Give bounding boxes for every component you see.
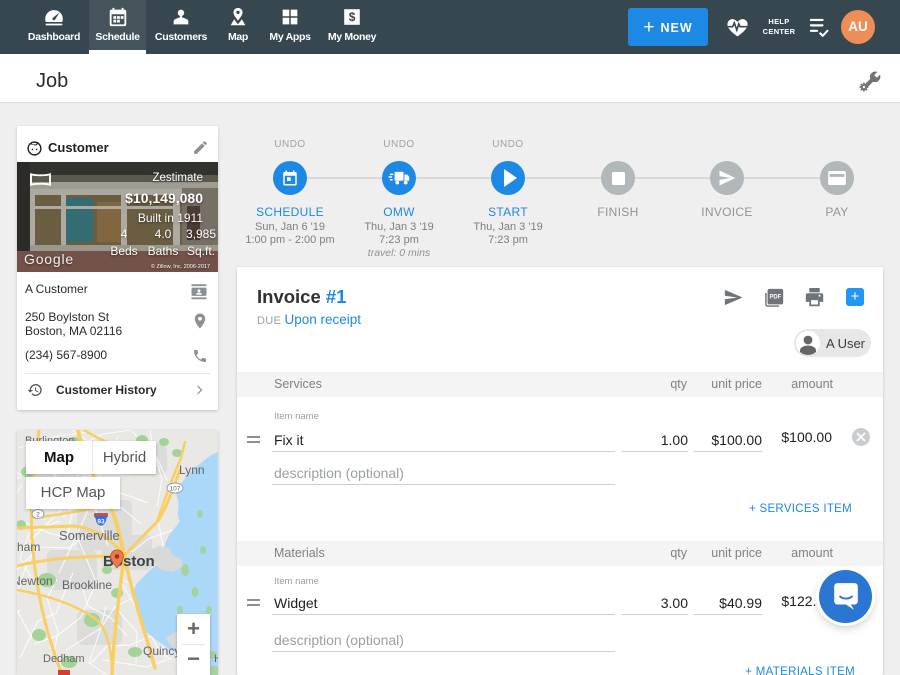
svg-text:Dedham: Dedham: [43, 653, 85, 665]
svg-text:Lynn: Lynn: [179, 463, 205, 477]
svg-text:93: 93: [97, 519, 105, 526]
svg-text:$: $: [349, 10, 356, 24]
svg-text:Brookline: Brookline: [62, 578, 112, 592]
svg-text:ham: ham: [17, 540, 40, 554]
svg-text:Newton: Newton: [17, 574, 53, 588]
svg-text:Somerville: Somerville: [59, 528, 120, 543]
svg-text:2: 2: [36, 512, 40, 519]
svg-text:Quincy: Quincy: [143, 644, 180, 658]
svg-text:107: 107: [170, 486, 181, 493]
svg-text:Hi: Hi: [214, 653, 218, 665]
svg-text:PDF: PDF: [769, 295, 781, 301]
